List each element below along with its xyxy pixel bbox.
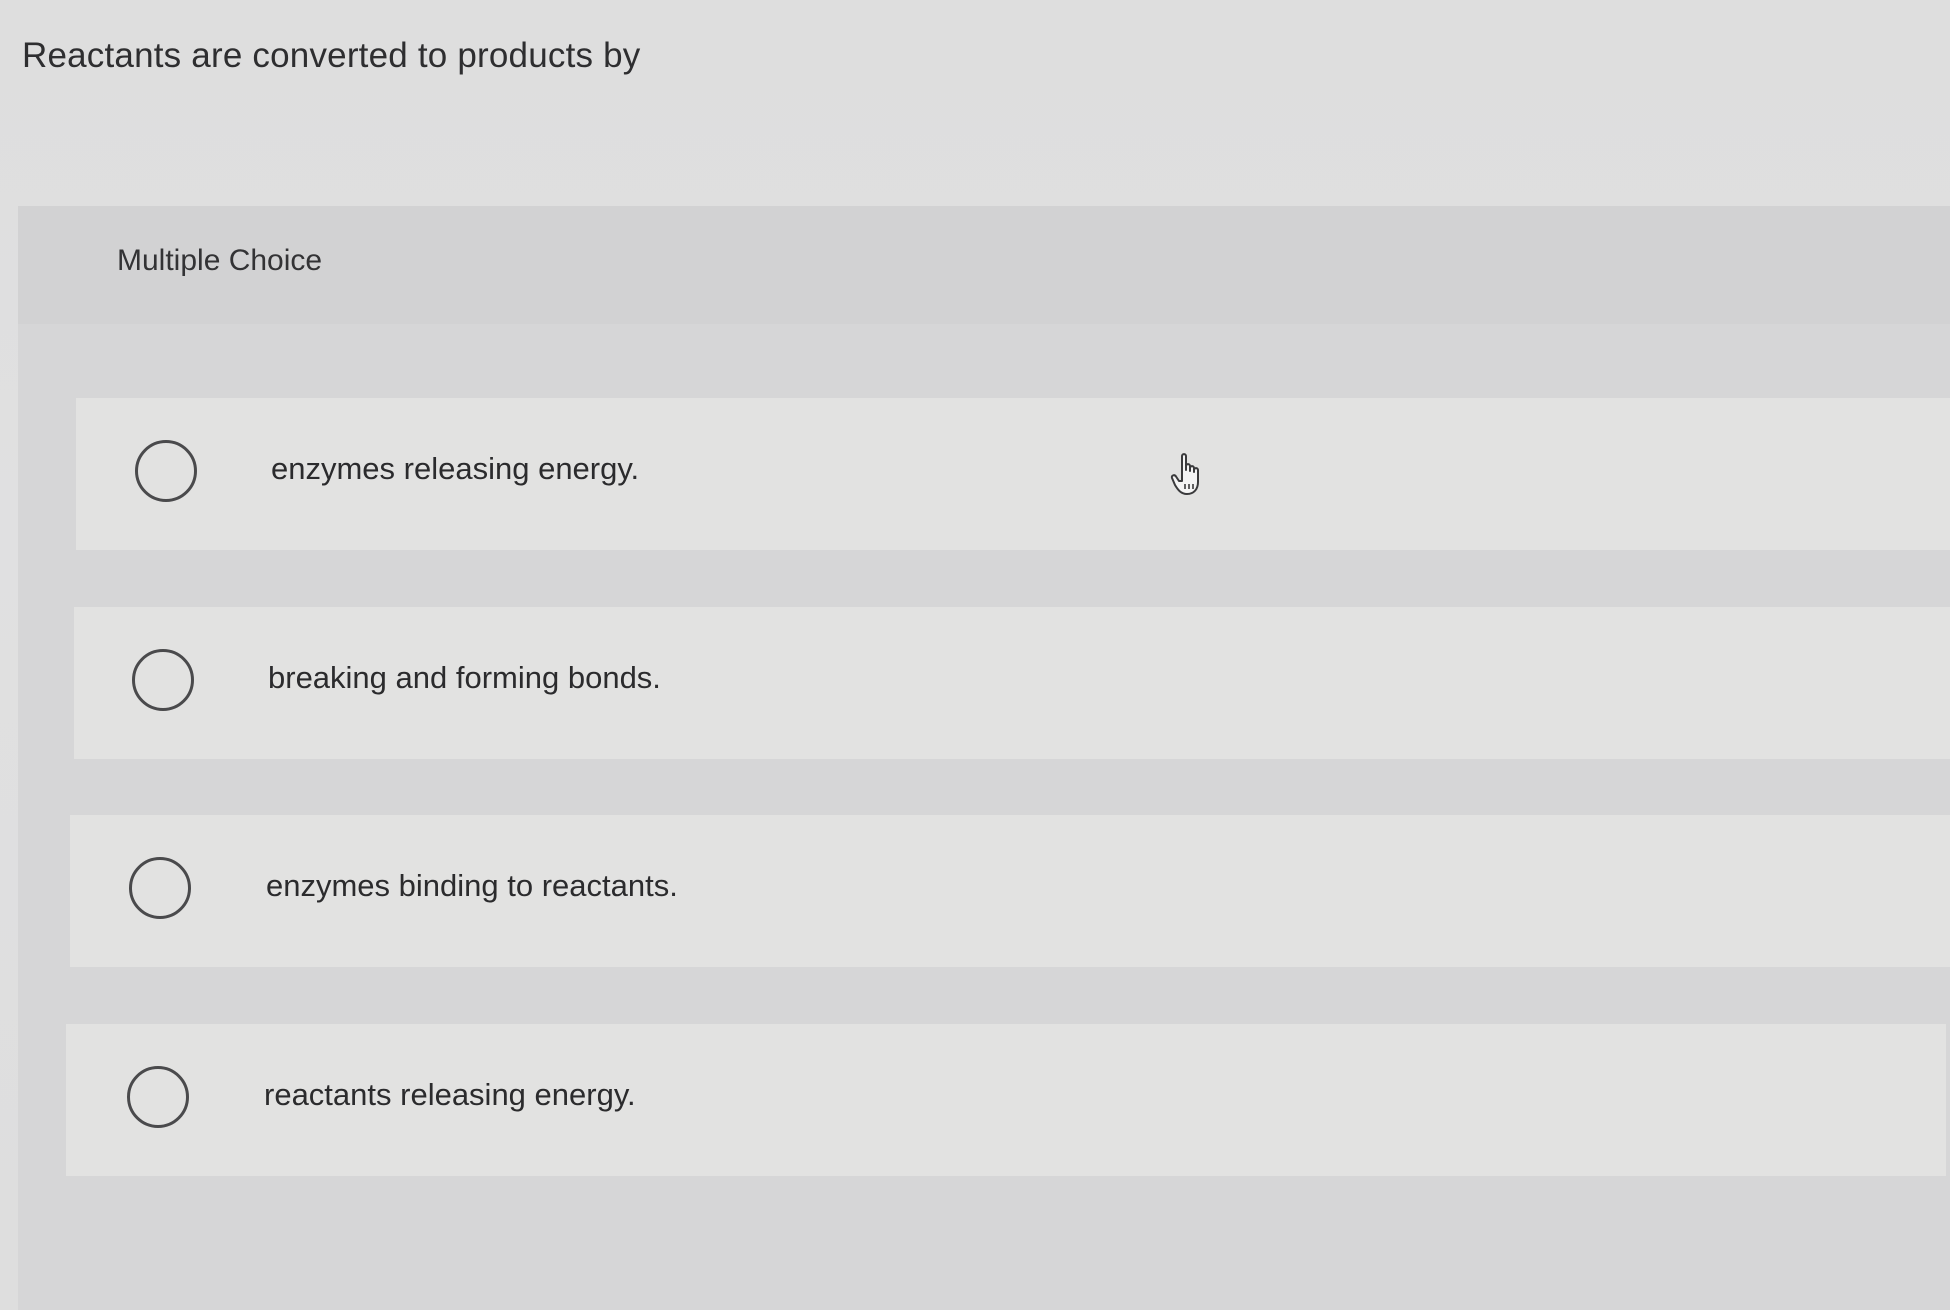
option-label: breaking and forming bonds. — [268, 660, 661, 695]
question-prompt: Reactants are converted to products by — [22, 36, 641, 75]
option-label: enzymes binding to reactants. — [266, 868, 678, 903]
answer-option-4[interactable]: reactants releasing energy. — [66, 1024, 1946, 1176]
option-label: enzymes releasing energy. — [271, 451, 640, 486]
answer-option-2[interactable]: breaking and forming bonds. — [74, 607, 1950, 759]
panel-header: Multiple Choice — [18, 206, 1950, 324]
answer-option-3[interactable]: enzymes binding to reactants. — [70, 815, 1950, 967]
option-label: reactants releasing energy. — [264, 1077, 636, 1112]
answer-option-1[interactable]: enzymes releasing energy. — [76, 398, 1950, 550]
radio-unselected-icon[interactable] — [127, 1066, 189, 1128]
hand-pointer-icon — [1170, 453, 1199, 495]
question-type-label: Multiple Choice — [117, 244, 323, 277]
radio-unselected-icon[interactable] — [129, 857, 191, 919]
radio-unselected-icon[interactable] — [132, 649, 194, 711]
radio-unselected-icon[interactable] — [135, 440, 197, 502]
quiz-page: Reactants are converted to products by M… — [0, 0, 1950, 1310]
